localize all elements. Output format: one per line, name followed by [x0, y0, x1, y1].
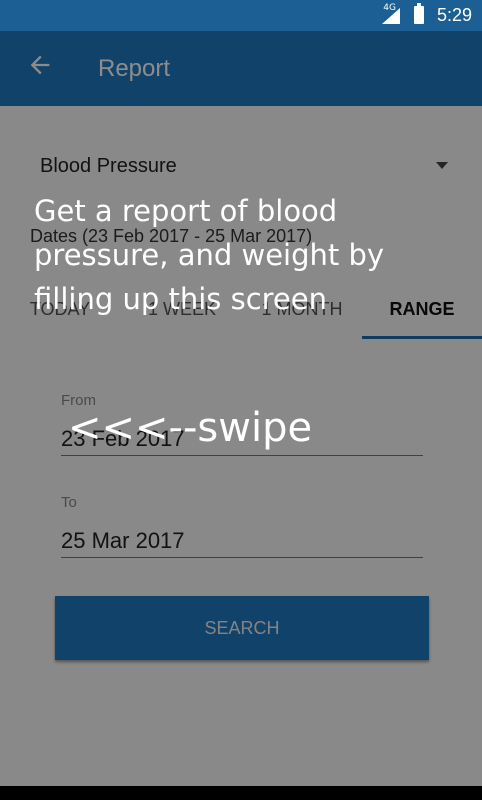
- swipe-hint: <<<--swipe: [68, 405, 313, 451]
- signal-icon: [382, 8, 400, 24]
- navigation-bar: [0, 786, 482, 800]
- clock: 5:29: [436, 5, 472, 25]
- tutorial-hint: Get a report of blood pressure, and weig…: [34, 194, 385, 316]
- tutorial-overlay[interactable]: Get a report of blood pressure, and weig…: [0, 31, 482, 786]
- battery-icon: [414, 3, 424, 24]
- status-bar: 4G 5:29: [0, 0, 482, 31]
